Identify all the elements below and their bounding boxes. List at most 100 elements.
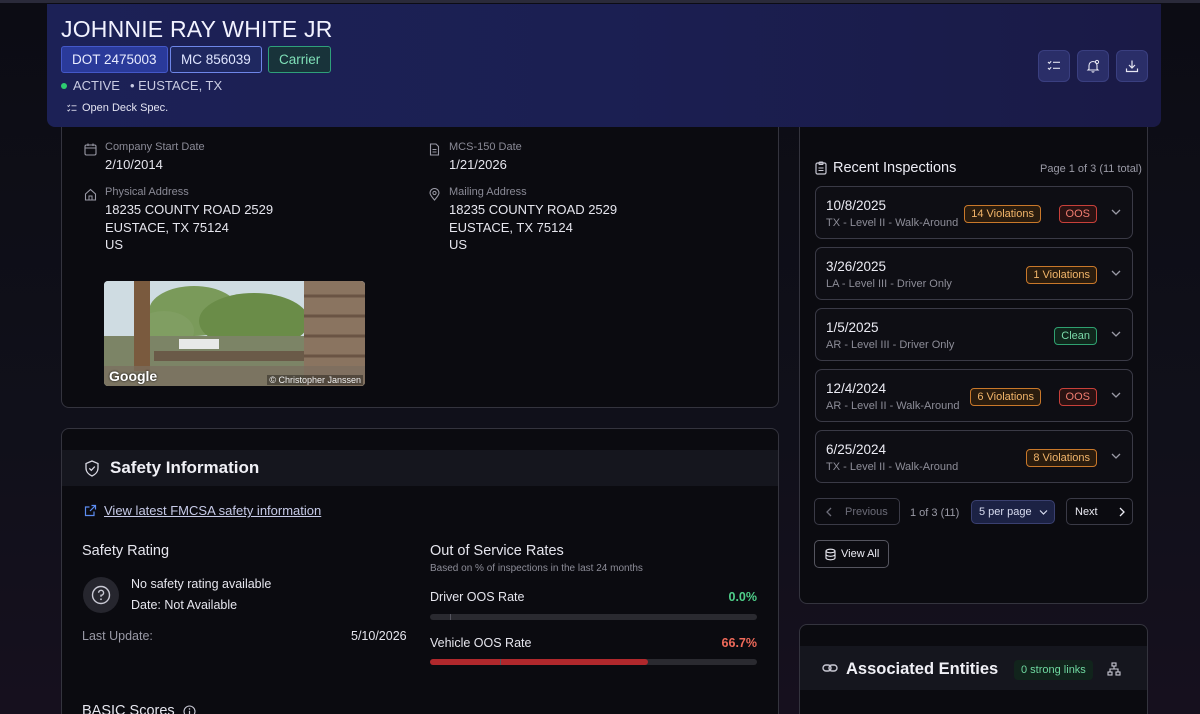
inspection-date: 10/8/2025: [826, 198, 887, 213]
inspection-date: 6/25/2024: [826, 442, 887, 457]
company-start-field: Company Start Date 2/10/2014: [84, 141, 205, 174]
inspection-row[interactable]: 3/26/2025 LA - Level III - Driver Only 1 V…: [815, 247, 1133, 300]
street-view-image[interactable]: Google © Christopher Janssen: [104, 281, 365, 386]
carrier-type-badge: Carrier: [268, 46, 332, 73]
vehicle-oos-bar-fill: [430, 659, 649, 665]
mailing-address-field: Mailing Address 18235 COUNTY ROAD 2529 E…: [428, 186, 617, 254]
physical-address-line1: 18235 COUNTY ROAD 2529: [105, 202, 274, 217]
vehicle-oos-value: 66.7%: [721, 636, 757, 650]
chevron-down-icon[interactable]: [1110, 450, 1122, 462]
status-line: ACTIVE • EUSTACE, TX: [61, 78, 222, 93]
previous-button[interactable]: Previous: [814, 498, 900, 525]
location-text: • EUSTACE, TX: [129, 78, 223, 93]
oos-title: Out of Service Rates: [430, 543, 564, 559]
clipboard-icon: [815, 161, 827, 175]
google-logo: Google: [109, 368, 158, 384]
safety-information-card: Safety Information View latest FMCSA saf…: [61, 428, 779, 714]
fmcsa-safety-link[interactable]: View latest FMCSA safety information: [84, 503, 321, 518]
physical-address-line2: EUSTACE, TX 75124: [105, 219, 229, 235]
page-count: 1 of 3 (11): [910, 507, 960, 519]
violations-badge: 8 Violations: [1026, 449, 1097, 467]
basic-scores-title: BASIC Scores: [82, 703, 175, 714]
driver-oos-value: 0.0%: [728, 590, 758, 604]
download-icon: [1125, 60, 1139, 73]
photo-credit: © Christopher Janssen: [267, 375, 363, 385]
window-top-edge: [0, 0, 1200, 3]
strong-links-badge: 0 strong links: [1014, 660, 1093, 680]
violations-badge: 6 Violations: [970, 388, 1041, 406]
inspections-page-info: Page 1 of 3 (11 total): [1040, 163, 1142, 175]
physical-address-field: Physical Address 18235 COUNTY ROAD 2529 …: [84, 186, 273, 254]
inspections-title: Recent Inspections: [833, 160, 957, 176]
inspection-details: LA - Level III - Driver Only: [826, 278, 952, 290]
bell-icon: [1086, 59, 1100, 73]
mcs150-value: 1/21/2026: [449, 157, 507, 172]
clean-badge: Clean: [1054, 327, 1097, 345]
chevron-down-icon: [1039, 510, 1048, 515]
map-pin-icon: [429, 188, 440, 201]
question-icon: [83, 577, 119, 613]
active-status-dot: [61, 82, 67, 89]
status-text: ACTIVE: [73, 78, 120, 93]
checklist-button[interactable]: [1038, 50, 1070, 82]
safety-title: Safety Information: [110, 458, 260, 477]
carrier-name: JOHNNIE RAY WHITE JR: [61, 16, 333, 42]
mailing-address-label: Mailing Address: [449, 186, 527, 198]
safety-rating-title: Safety Rating: [82, 543, 170, 559]
view-all-button[interactable]: View All: [814, 540, 889, 568]
vehicle-oos-label: Vehicle OOS Rate: [430, 636, 532, 650]
mcs150-label: MCS-150 Date: [449, 141, 522, 153]
oos-badge: OOS: [1058, 205, 1097, 223]
last-update-label: Last Update:: [82, 629, 153, 643]
inspection-date: 1/5/2025: [826, 320, 879, 335]
oos-subtitle: Based on % of inspections in the last 24…: [430, 563, 643, 574]
inspection-date: 12/4/2024: [826, 381, 887, 396]
driver-oos-label: Driver OOS Rate: [430, 590, 525, 604]
chevron-down-icon[interactable]: [1110, 206, 1122, 218]
list-check-icon: [67, 104, 77, 112]
safety-rating-date: Date: Not Available: [131, 598, 238, 612]
inspection-row[interactable]: 6/25/2024 TX - Level II - Walk-Around 8 Vi…: [815, 430, 1133, 483]
chevron-down-icon[interactable]: [1110, 328, 1122, 340]
driver-oos-bar: [430, 614, 757, 620]
inspections-header: Recent Inspections: [815, 160, 956, 176]
info-icon[interactable]: [183, 704, 196, 714]
view-all-label: View All: [841, 548, 880, 560]
hierarchy-icon[interactable]: [1107, 662, 1121, 676]
shield-check-icon: [85, 459, 99, 477]
database-icon: [825, 548, 836, 560]
link-icon: [822, 664, 838, 672]
inspection-details: TX - Level II - Walk-Around: [826, 217, 959, 229]
download-button[interactable]: [1116, 50, 1148, 82]
physical-address-line3: US: [105, 237, 124, 252]
fmcsa-link-text: View latest FMCSA safety information: [104, 503, 322, 518]
chevron-left-icon: [826, 507, 832, 516]
violations-badge: 14 Violations: [964, 205, 1041, 223]
vehicle-benchmark-mark: [500, 659, 501, 665]
next-button[interactable]: Next: [1066, 498, 1133, 525]
vehicle-oos-bar: [430, 659, 757, 665]
inspection-row[interactable]: 1/5/2025 AR - Level III - Driver Only Clea…: [815, 308, 1133, 361]
inspection-details: AR - Level III - Driver Only: [826, 339, 955, 351]
inspection-details: AR - Level II - Walk-Around: [826, 400, 960, 412]
safety-rating-text: No safety rating available: [131, 577, 272, 591]
dot-number-badge[interactable]: DOT 2475003: [61, 46, 168, 73]
inspection-row[interactable]: 10/8/2025 TX - Level II - Walk-Around 14 V…: [815, 186, 1133, 239]
chevron-down-icon[interactable]: [1110, 267, 1122, 279]
last-update-value: 5/10/2026: [351, 629, 407, 643]
mc-number-badge[interactable]: MC 856039: [170, 46, 262, 73]
per-page-select[interactable]: 5 per page: [971, 500, 1055, 524]
checklist-icon: [1047, 60, 1060, 71]
chevron-down-icon[interactable]: [1110, 389, 1122, 401]
company-start-value: 2/10/2014: [105, 157, 163, 172]
spec-tag: Open Deck Spec.: [67, 102, 168, 114]
alert-button[interactable]: [1077, 50, 1109, 82]
associated-title: Associated Entities: [846, 660, 999, 678]
company-start-label: Company Start Date: [105, 141, 205, 153]
safety-section-header: Safety Information: [62, 450, 778, 486]
carrier-header: JOHNNIE RAY WHITE JR DOT 2475003 MC 8560…: [47, 4, 1161, 127]
inspection-date: 3/26/2025: [826, 259, 887, 274]
home-icon: [84, 188, 97, 201]
oos-badge: OOS: [1058, 388, 1097, 406]
inspection-row[interactable]: 12/4/2024 AR - Level II - Walk-Around 6 Vi…: [815, 369, 1133, 422]
